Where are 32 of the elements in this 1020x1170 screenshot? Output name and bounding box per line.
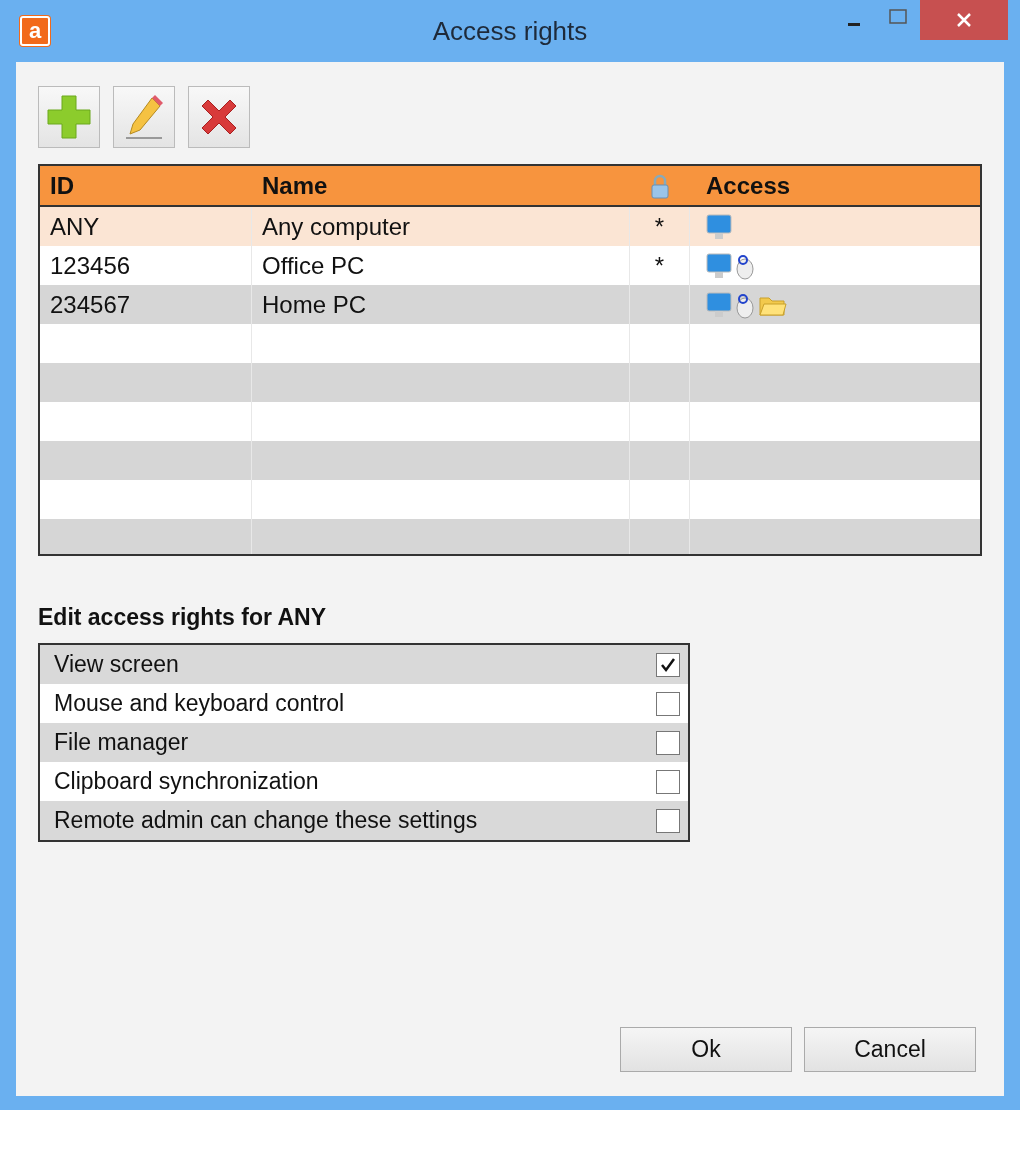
monitor-icon bbox=[706, 290, 732, 319]
monitor-icon bbox=[706, 251, 732, 280]
option-label: Mouse and keyboard control bbox=[54, 690, 345, 717]
window-title: Access rights bbox=[432, 15, 588, 47]
table-cell: * bbox=[654, 251, 665, 280]
ok-button[interactable]: Ok bbox=[620, 1027, 792, 1072]
option-label: Clipboard synchronization bbox=[54, 768, 319, 795]
delete-button[interactable] bbox=[188, 86, 250, 148]
option-label: File manager bbox=[54, 729, 189, 756]
minimize-icon bbox=[848, 22, 860, 26]
table-cell: * bbox=[654, 212, 665, 241]
close-icon bbox=[956, 12, 972, 28]
maximize-icon bbox=[889, 9, 907, 25]
column-header: Name bbox=[261, 170, 329, 201]
plus-icon bbox=[44, 92, 94, 142]
cancel-button[interactable]: Cancel bbox=[804, 1027, 976, 1072]
edit-button[interactable] bbox=[113, 86, 175, 148]
option-label: View screen bbox=[54, 651, 179, 678]
app-logo: a bbox=[20, 16, 50, 46]
option-label: Remote admin can change these settings bbox=[54, 807, 478, 834]
checkbox[interactable] bbox=[656, 808, 680, 833]
section-heading: Edit access rights for ANY bbox=[38, 604, 327, 631]
monitor-icon bbox=[706, 212, 732, 241]
checkbox[interactable] bbox=[656, 652, 680, 677]
column-header: ID bbox=[49, 170, 75, 201]
table-row[interactable]: ANY Any computer * bbox=[40, 207, 980, 246]
table-row[interactable]: 123456 Office PC * bbox=[40, 246, 980, 285]
checkbox[interactable] bbox=[656, 691, 680, 716]
checkbox[interactable] bbox=[656, 769, 680, 794]
checkbox[interactable] bbox=[656, 730, 680, 755]
lock-icon bbox=[650, 172, 670, 199]
column-header: Access bbox=[705, 170, 792, 201]
